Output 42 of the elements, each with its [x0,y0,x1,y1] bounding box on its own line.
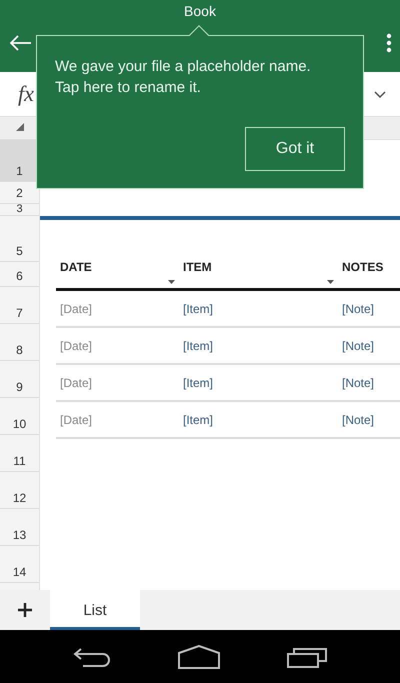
home-button[interactable] [178,644,220,668]
more-menu-icon[interactable] [386,33,392,53]
select-all-icon[interactable] [16,123,24,131]
back-button[interactable] [73,646,112,668]
dropdown-icon[interactable] [168,280,175,284]
function-label[interactable]: fx [18,81,34,107]
row-header[interactable]: 11 [0,435,39,472]
table-cell-text: [Item] [182,302,214,316]
row-header[interactable]: 6 [0,262,39,287]
recent-apps-button[interactable] [286,646,327,668]
table-cell-text: [Note] [341,338,376,352]
row-header[interactable]: 12 [0,472,39,509]
table-cell-text: [Date] [59,376,94,390]
table-cell-text: [Date] [59,338,94,352]
app-title[interactable]: Book [184,3,216,19]
row-header[interactable]: 14 [0,546,39,583]
row-header[interactable]: 13 [0,509,39,546]
back-arrow-icon[interactable] [10,35,32,51]
dropdown-icon[interactable] [327,280,334,284]
column-header: NOTES [342,259,384,274]
table-cell-text: [Item] [182,376,214,390]
row-header[interactable]: 8 [0,324,39,361]
table-cell-text: [Date] [59,302,94,316]
sheet-tab[interactable]: List [50,590,140,630]
table-cell-text: [Note] [341,412,376,426]
plus-icon [17,602,33,618]
table-cell-text: [Item] [182,412,214,426]
chevron-down-icon[interactable] [374,90,386,98]
row-header[interactable]: 9 [0,361,39,398]
row-header[interactable]: 7 [0,287,39,324]
table-cell-text: [Note] [341,376,376,390]
table-cell-text: [Item] [182,338,214,352]
table-cell-text: [Note] [341,302,376,316]
got-it-button[interactable]: Got it [245,127,345,171]
row-header[interactable]: 5 [0,216,39,262]
row-header[interactable]: 3 [0,204,39,216]
row-header[interactable]: 1 [0,140,39,182]
row-header[interactable]: 10 [0,398,39,435]
tip-message: We gave your file a placeholder name. Tap here to rename it. [55,57,312,98]
column-header: DATE [60,259,92,274]
column-header: ITEM [183,259,212,274]
table-cell-text: [Date] [59,412,94,426]
